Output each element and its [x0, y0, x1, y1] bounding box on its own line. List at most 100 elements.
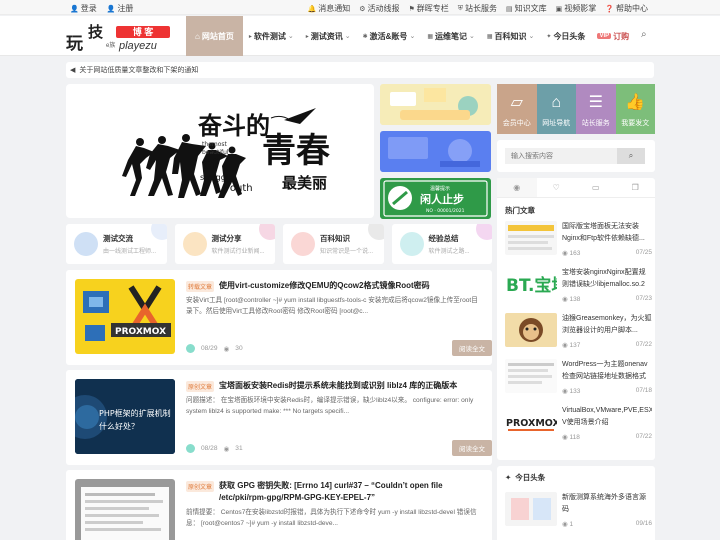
top-link-webmaster[interactable]: ⛨ 站长服务 — [458, 3, 497, 14]
top-link-synology[interactable]: ⚑ 群晖专栏 — [409, 3, 449, 14]
hot-item-date: 07/22 — [635, 433, 652, 440]
hot-item-image — [505, 313, 557, 347]
quick-link-webmaster[interactable]: ☰ 站长服务 — [576, 84, 616, 134]
top-link-video[interactable]: ▣ 视频影掌 — [556, 3, 597, 14]
notice-bar[interactable]: ◀ 关于网站低质量文章整改和下架的通知 — [66, 62, 654, 78]
hot-item-date: 07/22 — [635, 341, 652, 348]
hot-item[interactable]: WordPress一为主题onenav检查网站链接地址数据格式 ◉ 133 07/… — [505, 359, 652, 399]
register-link[interactable]: 👤 注册 — [107, 3, 134, 14]
top-link-activity[interactable]: ⚙ 活动线报 — [359, 3, 399, 14]
nav-activation[interactable]: ✱ 激活&账号 ⌄ — [357, 16, 422, 56]
hot-item[interactable]: PROXMOX VirtualBox,VMware,PVE,ESXi,Hyper… — [505, 405, 652, 445]
search-icon: ⌕ — [628, 151, 634, 160]
login-link[interactable]: 👤 登录 — [70, 3, 97, 14]
post-title[interactable]: 宝塔面板安装Redis时提示系统未能找到或识别 liblz4 库的正确版本 — [219, 380, 484, 392]
top-bar: 👤 登录 👤 注册 🔔 消息通知 ⚙ 活动线报 ⚑ 群晖专栏 ⛨ 站长服务 ▤ 知识文库 ▣ 视… — [0, 0, 720, 15]
hot-item-views: 138 — [569, 296, 581, 303]
tab-likes[interactable]: ♡ — [537, 178, 577, 197]
svg-text:PROXMOX: PROXMOX — [115, 327, 166, 337]
category-card[interactable]: 测试分享 软件测试行业新闻... — [174, 224, 275, 264]
quick-link-nav[interactable]: ⌂ 网址导航 — [536, 84, 576, 134]
category-card[interactable]: 百科知识 知识常识是一个说... — [283, 224, 384, 264]
search-icon[interactable]: ⌕ — [641, 29, 647, 40]
hot-item-meta: ◉ 137 07/22 — [562, 341, 652, 349]
thumb-slide-2[interactable] — [380, 131, 491, 172]
shield-icon: ⛨ — [457, 4, 464, 12]
search-button[interactable]: ⌕ — [617, 148, 645, 164]
thumb3-title: 闲人止步 — [420, 192, 464, 206]
tab-copies[interactable]: ❐ — [616, 178, 656, 197]
nav-headlines[interactable]: ✦ 今日头条 — [540, 16, 591, 56]
hot-item[interactable]: 油猴Greasemonkey，为火狐浏览器设计的用户脚本... ◉ 137 07/… — [505, 313, 652, 353]
nav-order[interactable]: VIP 订购 — [591, 16, 635, 56]
play-icon: ▸ — [248, 33, 252, 40]
nav-label: 运维笔记 — [434, 31, 467, 41]
hot-item-title: 宝塔安装nginxNginx配置规则错误缺少libjemalloc.so.2 — [562, 269, 646, 288]
thumb-slide-1[interactable] — [380, 84, 491, 125]
eye-icon: ◉ — [223, 445, 230, 453]
post-title[interactable]: 获取 GPG 密钥失败: [Errno 14] curl#37 – “Could… — [219, 480, 484, 504]
top-link-notifications[interactable]: 🔔 消息通知 — [308, 3, 351, 14]
headline-item-title: 新版测算系统海外多语言源码 — [562, 494, 646, 513]
headline-item[interactable]: 新版测算系统海外多语言源码 ◉ 1 09/16 — [505, 492, 652, 532]
post-thumbnail[interactable] — [75, 479, 175, 540]
hero-slider[interactable]: 奋斗的 青春 最美丽 themost beautiful of struggle… — [66, 84, 374, 218]
category-card[interactable]: 测试交流 由一线测试工程师... — [66, 224, 167, 264]
home-icon: ⌂ — [195, 31, 200, 41]
thumb3-sub: 温馨提示 — [430, 185, 450, 192]
hot-item-img-text: BT.宝塔 — [506, 275, 557, 296]
logo-char-1: 玩 — [66, 34, 83, 54]
play-icon: ▸ — [305, 33, 309, 40]
headline-item-date: 09/16 — [635, 520, 652, 527]
hot-item[interactable]: BT.宝塔 宝塔安装nginxNginx配置规则错误缺少libjemalloc.… — [505, 267, 652, 307]
book-icon: ▤ — [506, 5, 513, 13]
avatar[interactable] — [186, 444, 195, 453]
post-title[interactable]: 使用virt-customize修改QEMU的Qcow2格式镜像Root密码 — [219, 280, 484, 292]
main-nav: ⌂ 网站首页 ▸ 软件测试 ⌄ ▸ 测试资讯 ⌄ ✱ 激活&账号 ⌄ ▦ 运维笔记 ⌄ ▦ 百科知识… — [186, 16, 647, 56]
hot-item-meta: ◉ 138 07/23 — [562, 295, 652, 303]
thumb-slide-3[interactable]: 温馨提示 闲人止步 NO · 00001/2021 — [380, 178, 491, 219]
category-card[interactable]: 经验总结 软件测试之路... — [391, 224, 492, 264]
read-more-button[interactable]: 阅读全文 — [452, 440, 492, 456]
read-more-button[interactable]: 阅读全文 — [452, 340, 492, 356]
search-input[interactable] — [505, 148, 617, 164]
nav-software-testing[interactable]: ▸ 软件测试 ⌄ — [243, 16, 300, 56]
fire-icon: ✦ — [546, 33, 552, 40]
folder-icon: ▱ — [510, 94, 523, 111]
quick-link-post[interactable]: 👍 我要发文 — [615, 84, 655, 134]
hot-item-date: 07/18 — [635, 387, 652, 394]
hot-item-title: 油猴Greasemonkey，为火狐浏览器设计的用户脚本... — [562, 315, 652, 334]
tab-comments[interactable]: ▭ — [576, 178, 616, 197]
category-desc: 软件测试行业新闻... — [211, 249, 265, 255]
site-logo[interactable]: 玩 技 博 客 e族 playezu — [66, 20, 176, 54]
post-thumbnail[interactable]: PHP框架的扩展机制 什么好处？ — [75, 379, 175, 454]
post-thumbnail[interactable]: PROXMOX — [75, 279, 175, 354]
hot-item[interactable]: 国际版宝塔面板无法安装Nginx和Ftp软件依赖缺德... ◉ 163 07/25 — [505, 221, 652, 261]
logo-badge: 博 客 — [116, 26, 170, 38]
sidebar-search: ⌕ — [497, 140, 655, 172]
category-circle — [291, 232, 315, 256]
nav-test-news[interactable]: ▸ 测试资讯 ⌄ — [300, 16, 357, 56]
nav-label: 测试资讯 — [310, 31, 343, 41]
user-plus-icon: 👤 — [106, 5, 116, 13]
banner-en1: themost — [202, 141, 227, 148]
copy-icon: ❐ — [631, 183, 639, 192]
post-meta: 08/29 ◉ 30 — [186, 344, 243, 353]
comment-icon: ▭ — [591, 183, 600, 192]
tab-views[interactable]: ◉ — [497, 178, 537, 197]
eye-icon: ◉ — [223, 345, 230, 353]
hot-item-views: 137 — [569, 342, 581, 349]
top-link-label: 帮助中心 — [616, 4, 648, 13]
hot-item-views: 163 — [569, 250, 581, 257]
hot-item-title: VirtualBox,VMware,PVE,ESXi,Hyper-V使用场景介绍 — [562, 407, 652, 426]
banner-en2: beautiful — [202, 149, 229, 156]
nav-home[interactable]: ⌂ 网站首页 — [186, 16, 243, 56]
nav-wiki[interactable]: ▦ 百科知识 ⌄ — [481, 16, 541, 56]
top-link-library[interactable]: ▤ 知识文库 — [506, 3, 547, 14]
quick-link-member[interactable]: ▱ 会员中心 — [497, 84, 537, 134]
avatar[interactable] — [186, 344, 195, 353]
nav-ops-notes[interactable]: ▦ 运维笔记 ⌄ — [421, 16, 481, 56]
chevron-down-icon: ⌄ — [287, 33, 294, 40]
category-desc: 由一线测试工程师... — [103, 249, 157, 255]
top-link-help[interactable]: ❓ 帮助中心 — [605, 3, 648, 14]
